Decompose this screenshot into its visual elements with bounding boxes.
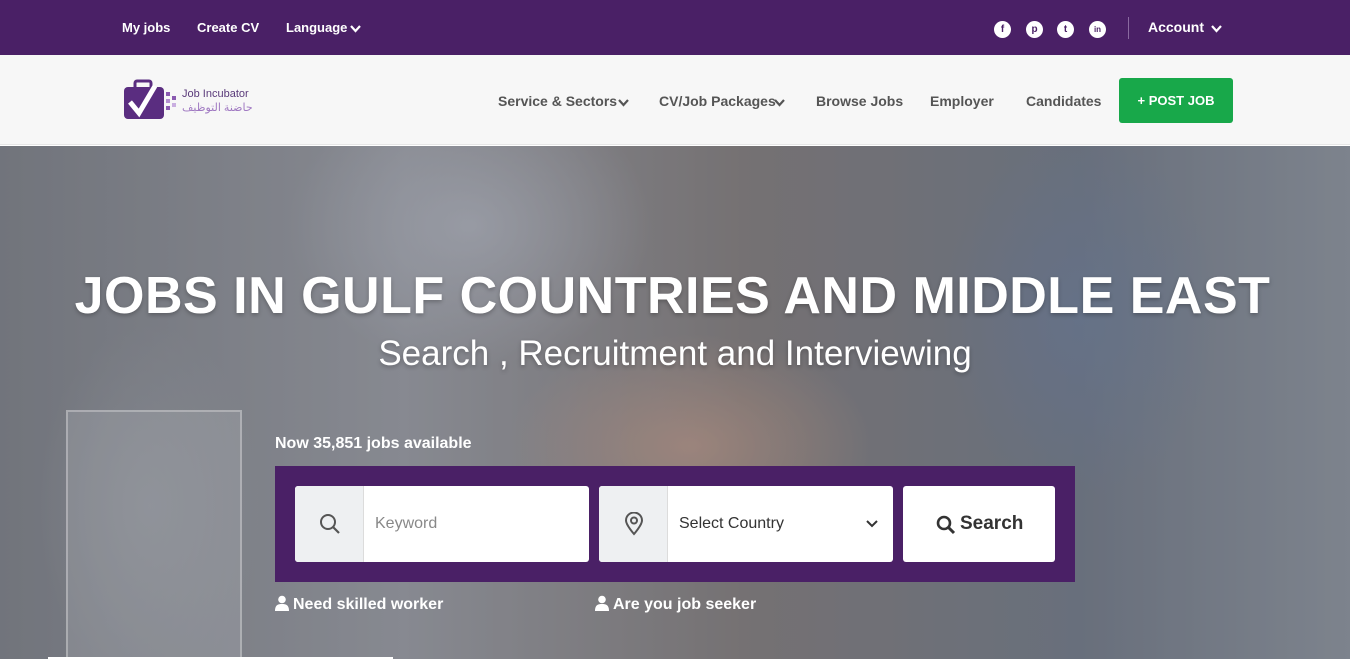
country-select[interactable]: Select Country [599, 486, 893, 562]
search-button[interactable]: Search [903, 486, 1055, 562]
keyword-input[interactable]: Keyword [375, 515, 437, 533]
nav-service-sectors[interactable]: Service & Sectors [498, 93, 617, 109]
location-pin-icon [624, 512, 644, 536]
keyword-field[interactable]: Keyword [295, 486, 589, 562]
briefcase-check-icon [124, 79, 176, 119]
topbar-divider [1128, 17, 1129, 39]
country-select-value: Select Country [679, 515, 784, 532]
linkedin-icon[interactable]: in [1089, 21, 1106, 38]
pinterest-icon[interactable]: p [1026, 21, 1043, 38]
hero-overlay [0, 146, 1350, 659]
search-icon [936, 515, 956, 535]
need-skilled-worker-link[interactable]: Need skilled worker [275, 595, 443, 614]
nav-cv-job-packages[interactable]: CV/Job Packages [659, 93, 776, 109]
job-seeker-link[interactable]: Are you job seeker [595, 595, 756, 614]
main-header: Job Incubator حاضنة التوظيف Service & Se… [0, 55, 1350, 145]
country-icon-box [599, 486, 668, 562]
logo-text-english: Job Incubator [182, 88, 249, 100]
nav-browse-jobs[interactable]: Browse Jobs [816, 93, 903, 109]
hero-section: JOBS IN GULF COUNTRIES AND MIDDLE EAST S… [0, 146, 1350, 659]
hero-title: JOBS IN GULF COUNTRIES AND MIDDLE EAST [74, 267, 1271, 325]
account-menu[interactable]: Account [1148, 19, 1204, 35]
post-job-button[interactable]: + POST JOB [1119, 78, 1233, 123]
keyword-icon-box [295, 486, 364, 562]
job-seeker-label: Are you job seeker [613, 596, 757, 613]
search-button-label: Search [960, 513, 1024, 534]
create-cv-link[interactable]: Create CV [197, 20, 259, 35]
my-jobs-link[interactable]: My jobs [122, 20, 170, 35]
chevron-down-icon [350, 25, 361, 33]
twitter-icon[interactable]: t [1057, 21, 1074, 38]
site-logo[interactable]: Job Incubator حاضنة التوظيف [122, 78, 272, 122]
search-panel: Keyword Select Country Search [275, 466, 1075, 582]
chevron-down-icon [866, 520, 878, 528]
nav-candidates[interactable]: Candidates [1026, 93, 1101, 109]
user-icon [275, 595, 289, 611]
language-dropdown[interactable]: Language [286, 20, 347, 35]
chevron-down-icon [618, 99, 629, 107]
user-icon [595, 595, 609, 611]
chevron-down-icon [1211, 25, 1222, 33]
need-skilled-worker-label: Need skilled worker [293, 596, 444, 613]
facebook-icon[interactable]: f [994, 21, 1011, 38]
logo-text-arabic: حاضنة التوظيف [182, 102, 253, 114]
hero-subtitle: Search , Recruitment and Interviewing [378, 334, 972, 373]
nav-employer[interactable]: Employer [930, 93, 994, 109]
chevron-down-icon [774, 99, 785, 107]
jobs-count: Now 35,851 jobs available [275, 435, 472, 452]
search-icon [320, 514, 340, 534]
top-bar: My jobs Create CV Language f p t in Acco… [0, 0, 1350, 55]
